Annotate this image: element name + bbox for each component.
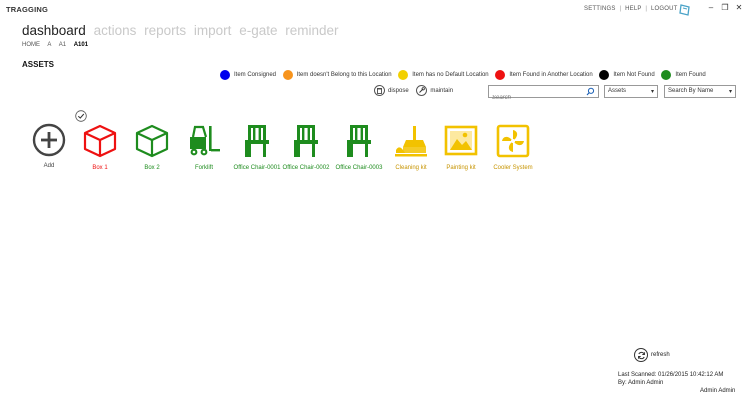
link-separator: |: [619, 6, 622, 12]
search-mode-select[interactable]: Search By Name ▾: [664, 85, 736, 98]
main-nav: dashboard actions reports import e-gate …: [22, 23, 343, 38]
forklift-icon: [190, 125, 220, 156]
legend-label: Item Consigned: [234, 72, 277, 78]
top-links: SETTINGS | HELP | LOGOUT: [584, 6, 678, 12]
search-input[interactable]: [489, 92, 581, 104]
link-separator: |: [645, 6, 648, 12]
app-logo-icon: [679, 4, 690, 16]
close-button[interactable]: ✕: [734, 3, 744, 13]
section-title: ASSETS: [22, 60, 55, 69]
asset-office-chair-0002[interactable]: Office Chair-0002: [278, 123, 334, 171]
chevron-down-icon: ▾: [650, 89, 654, 95]
app-title: TRAGGING: [6, 5, 49, 14]
search-icon[interactable]: [586, 87, 595, 96]
asset-label: Office Chair-0003: [335, 165, 383, 171]
nav-dashboard[interactable]: dashboard: [22, 23, 86, 38]
breadcrumb-a101: A101: [73, 42, 89, 48]
asset-office-chair-0001[interactable]: Office Chair-0001: [229, 123, 285, 171]
asset-cooler-system[interactable]: Cooler System: [485, 123, 541, 171]
nav-e-gate[interactable]: e-gate: [239, 23, 277, 38]
asset-label: Office Chair-0001: [233, 165, 281, 171]
legend-item: Item doesn't Belong to this Location: [282, 70, 392, 80]
status-legend: Item Consigned Item doesn't Belong to th…: [220, 70, 711, 82]
help-link[interactable]: HELP: [625, 6, 641, 12]
nav-actions[interactable]: actions: [94, 23, 137, 38]
status-dot-icon: [220, 70, 230, 80]
legend-label: Item has no Default Location: [412, 72, 489, 78]
refresh-button[interactable]: refresh: [634, 348, 670, 362]
legend-item: Item has no Default Location: [398, 70, 489, 80]
chair-icon: [294, 125, 318, 157]
cooler-system-icon: [496, 124, 530, 158]
maintain-button[interactable]: maintain: [416, 85, 453, 96]
asset-label: Box 1: [92, 165, 108, 171]
search-box: [488, 85, 599, 104]
asset-label: Add: [43, 163, 55, 169]
breadcrumb-a[interactable]: A: [47, 42, 51, 48]
chevron-down-icon: ▾: [728, 89, 732, 95]
asset-actions: dispose maintain: [374, 85, 459, 99]
legend-item: Item Found in Another Location: [495, 70, 593, 80]
legend-label: Item Not Found: [613, 72, 655, 78]
nav-reminder[interactable]: reminder: [285, 23, 338, 38]
breadcrumb: HOME A A1 A101: [22, 42, 94, 48]
asset-add[interactable]: Add: [21, 123, 77, 169]
legend-label: Item Found: [675, 72, 706, 78]
asset-box-2[interactable]: Box 2: [124, 123, 180, 171]
search-mode-value: Search By Name: [668, 88, 714, 94]
asset-label: Box 2: [144, 165, 160, 171]
asset-label: Office Chair-0002: [282, 165, 330, 171]
status-dot-icon: [282, 70, 293, 80]
asset-cleaning-kit[interactable]: Cleaning kit: [383, 123, 439, 171]
asset-label: Forklift: [195, 165, 213, 171]
asset-label: Cleaning kit: [395, 165, 427, 171]
status-dot-icon: [661, 70, 672, 80]
dispose-button[interactable]: dispose: [374, 85, 409, 96]
box-icon: [135, 124, 169, 158]
add-icon: [32, 123, 66, 157]
asset-label: Painting kit: [446, 165, 476, 171]
chair-icon: [245, 125, 269, 157]
painting-kit-icon: [444, 125, 478, 156]
asset-box-1[interactable]: Box 1: [72, 123, 128, 171]
trash-icon: [374, 85, 385, 96]
box-icon: [83, 124, 117, 158]
legend-item: Item Not Found: [599, 70, 655, 80]
nav-import[interactable]: import: [194, 23, 232, 38]
refresh-icon: [634, 348, 648, 362]
dispose-label: dispose: [388, 87, 409, 94]
status-dot-icon: [398, 70, 409, 80]
breadcrumb-home[interactable]: HOME: [22, 42, 40, 48]
asset-office-chair-0003[interactable]: Office Chair-0003: [331, 123, 387, 171]
logout-link[interactable]: LOGOUT: [651, 6, 678, 12]
legend-label: Item Found in Another Location: [509, 72, 593, 78]
refresh-label: refresh: [651, 352, 670, 358]
legend-label: Item doesn't Belong to this Location: [296, 72, 392, 78]
nav-reports[interactable]: reports: [144, 23, 186, 38]
last-scanned-time: Last Scanned: 01/26/2015 10:42:12 AM: [618, 372, 724, 378]
restore-button[interactable]: ❐: [720, 3, 730, 13]
minimize-button[interactable]: –: [706, 3, 716, 13]
status-dot-icon: [599, 70, 610, 80]
cleaning-kit-icon: [395, 126, 427, 157]
chair-icon: [347, 125, 371, 157]
scanned-by: By: Admin Admin: [618, 380, 664, 386]
asset-forklift[interactable]: Forklift: [176, 123, 232, 171]
legend-item: Item Consigned: [220, 70, 276, 80]
category-select-value: Assets: [608, 88, 627, 94]
status-dot-icon: [495, 70, 506, 80]
current-user[interactable]: Admin Admin: [700, 388, 735, 394]
wrench-icon: [416, 85, 428, 96]
asset-label: Cooler System: [493, 165, 533, 171]
title-bar: TRAGGING SETTINGS | HELP | LOGOUT – ❐ ✕: [0, 0, 750, 20]
maintain-label: maintain: [430, 87, 454, 94]
asset-painting-kit[interactable]: Painting kit: [433, 123, 489, 171]
select-all-check-icon[interactable]: [75, 110, 87, 122]
settings-link[interactable]: SETTINGS: [584, 6, 616, 12]
category-select[interactable]: Assets ▾: [604, 85, 658, 98]
breadcrumb-a1[interactable]: A1: [59, 42, 66, 48]
legend-item: Item Found: [661, 70, 706, 80]
last-scanned-info: Last Scanned: 01/26/2015 10:42:12 AM By:…: [618, 371, 723, 387]
